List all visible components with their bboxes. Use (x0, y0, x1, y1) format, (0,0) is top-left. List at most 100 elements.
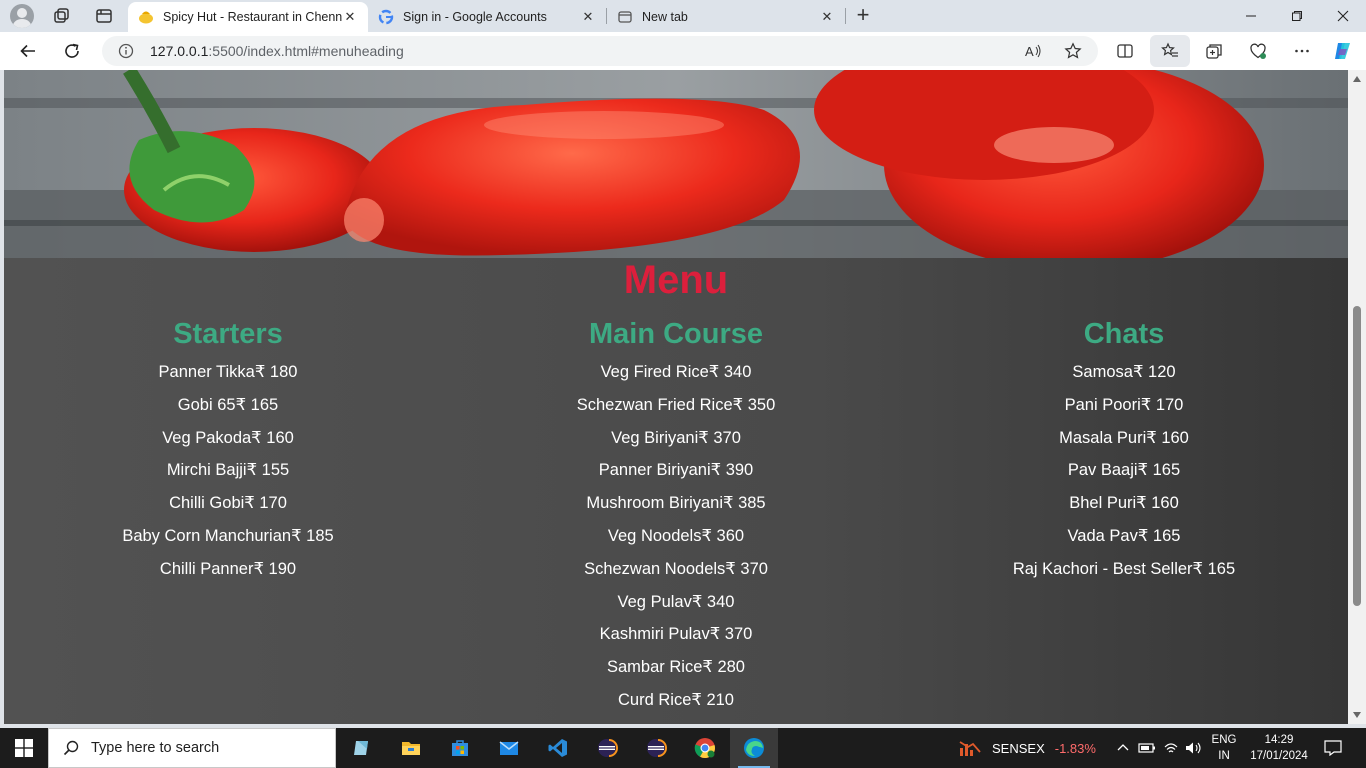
vscode-icon (548, 739, 567, 757)
region-code: IN (1218, 750, 1230, 762)
search-icon (63, 740, 79, 756)
menu-item: Veg Noodels₹ 360 (607, 526, 745, 545)
favorite-star-icon[interactable] (1064, 42, 1082, 65)
taskbar-app-store[interactable] (436, 728, 484, 768)
taskbar-app-vscode[interactable] (534, 728, 582, 768)
taskbar-app-file-explorer[interactable] (387, 728, 435, 768)
menu-list: Veg Fired Rice₹ 340 Schezwan Fried Rice₹… (452, 356, 900, 717)
notifications-icon[interactable] (1322, 739, 1344, 757)
menu-item: Samosa₹ 120 (1072, 363, 1176, 381)
column-heading: Chats (1083, 318, 1165, 350)
windows-taskbar: Type here to search SENSEX -1.83% ENG IN… (0, 728, 1366, 768)
network-icon[interactable] (1162, 739, 1180, 757)
clock-time: 14:29 (1264, 734, 1294, 746)
menu-item: Baby Corn Manchurian₹ 185 (122, 526, 334, 545)
workspaces-icon[interactable] (52, 6, 72, 26)
scroll-up-icon[interactable] (1353, 76, 1361, 82)
tab-google-sign-in[interactable]: Sign in - Google Accounts ✕ (368, 2, 606, 32)
chrome-icon (694, 738, 715, 759)
column-heading: Starters (173, 318, 283, 350)
stock-chart-icon (959, 741, 981, 756)
close-tab-icon[interactable]: ✕ (580, 9, 596, 25)
tab-title: Sign in - Google Accounts (403, 10, 547, 24)
browser-essentials-icon[interactable] (1246, 39, 1270, 63)
show-hidden-icons-icon[interactable] (1114, 739, 1132, 757)
profile-avatar[interactable] (10, 4, 34, 28)
svg-text:A: A (1025, 44, 1034, 59)
menu-item: Masala Puri₹ 160 (1059, 428, 1189, 447)
taskbar-app-mail[interactable] (485, 728, 533, 768)
close-tab-icon[interactable]: ✕ (819, 9, 835, 25)
close-window-button[interactable] (1320, 0, 1366, 32)
menu-column-chats: Chats Samosa₹ 120 Pani Poori₹ 170 Masala… (900, 316, 1348, 586)
menu-item: Panner Tikka₹ 180 (158, 363, 298, 381)
copilot-icon[interactable] (1331, 39, 1355, 63)
menu-item: Pani Poori₹ 170 (1064, 395, 1184, 414)
url-text[interactable]: 127.0.0.1:5500/index.html#menuheading (150, 43, 404, 59)
page-scrollbar[interactable] (1348, 70, 1366, 724)
menu-item: Schezwan Fried Rice₹ 350 (576, 395, 776, 414)
start-button[interactable] (0, 728, 48, 768)
restore-button[interactable] (1274, 0, 1320, 32)
url-host: 127.0.0.1 (150, 43, 209, 59)
refresh-icon[interactable] (60, 39, 84, 63)
menu-item: Mushroom Biriyani₹ 385 (586, 494, 766, 513)
language-code: ENG (1211, 734, 1237, 746)
menu-item: Raj Kachori - Best Seller₹ 165 (1012, 559, 1236, 578)
system-clock[interactable]: 14:29 17/01/2024 (1244, 732, 1314, 764)
site-info-icon[interactable] (118, 43, 134, 64)
scroll-down-icon[interactable] (1353, 712, 1361, 718)
mail-icon (499, 741, 519, 755)
notes-icon (354, 741, 368, 755)
taskbar-app-eclipse-2[interactable] (632, 728, 680, 768)
tab-new-tab[interactable]: New tab ✕ (607, 2, 845, 32)
input-language[interactable]: ENG IN (1208, 732, 1240, 764)
tab-actions-icon[interactable] (94, 6, 114, 26)
settings-more-icon[interactable] (1290, 39, 1314, 63)
close-tab-icon[interactable]: ✕ (342, 9, 358, 25)
tab-divider (845, 8, 846, 24)
menu-list: Samosa₹ 120 Pani Poori₹ 170 Masala Puri₹… (900, 356, 1348, 586)
taskbar-app-eclipse-1[interactable] (583, 728, 631, 768)
scroll-thumb[interactable] (1353, 306, 1361, 606)
volume-icon[interactable] (1185, 739, 1203, 757)
taskbar-app-chrome[interactable] (681, 728, 729, 768)
tab-title: New tab (642, 10, 688, 24)
menu-item: Chilli Panner₹ 190 (159, 559, 297, 578)
taskbar-app-edge[interactable] (730, 728, 778, 768)
hero-chili-image (4, 70, 1348, 258)
collections-icon[interactable] (1202, 39, 1226, 63)
search-placeholder: Type here to search (91, 740, 220, 756)
battery-icon[interactable] (1138, 739, 1156, 757)
tab-title: Spicy Hut - Restaurant in Chenna (163, 10, 342, 24)
stock-label: SENSEX (992, 740, 1045, 756)
back-icon[interactable] (16, 39, 40, 63)
address-bar[interactable]: 127.0.0.1:5500/index.html#menuheading A (102, 36, 1098, 66)
menu-list: Panner Tikka₹ 180 Gobi 65₹ 165 Veg Pakod… (4, 356, 452, 586)
minimize-button[interactable] (1228, 0, 1274, 32)
menu-item: Vada Pav₹ 165 (1067, 526, 1181, 545)
favorites-icon[interactable] (1158, 39, 1182, 63)
menu-item: Bhel Puri₹ 160 (1069, 494, 1179, 513)
taskbar-app-notes[interactable] (338, 728, 386, 768)
menu-item: Sambar Rice₹ 280 (607, 658, 745, 677)
menu-item: Veg Biriyani₹ 370 (611, 428, 741, 447)
taskbar-search-box[interactable]: Type here to search (48, 728, 336, 768)
eclipse-icon (647, 739, 667, 757)
read-aloud-icon[interactable]: A (1024, 42, 1042, 65)
stock-change: -1.83% (1054, 740, 1096, 756)
menu-section: Menu Starters Panner Tikka₹ 180 Gobi 65₹… (4, 258, 1348, 724)
menu-item: Schezwan Noodels₹ 370 (584, 559, 768, 578)
new-tab-button[interactable]: + (852, 4, 874, 27)
menu-column-starters: Starters Panner Tikka₹ 180 Gobi 65₹ 165 … (4, 316, 452, 586)
menu-column-main-course: Main Course Veg Fired Rice₹ 340 Schezwan… (452, 316, 900, 717)
split-screen-icon[interactable] (1113, 39, 1137, 63)
stock-widget[interactable]: SENSEX -1.83% (958, 728, 1096, 768)
menu-item: Mirchi Bajji₹ 155 (166, 461, 290, 480)
new-tab-favicon-icon (617, 9, 633, 25)
menu-item: Gobi 65₹ 165 (177, 395, 279, 414)
eclipse-icon (598, 739, 618, 757)
edge-icon (744, 738, 764, 758)
tab-strip: Spicy Hut - Restaurant in Chenna ✕ Sign … (0, 0, 1366, 32)
tab-spicy-hut[interactable]: Spicy Hut - Restaurant in Chenna ✕ (128, 2, 368, 32)
